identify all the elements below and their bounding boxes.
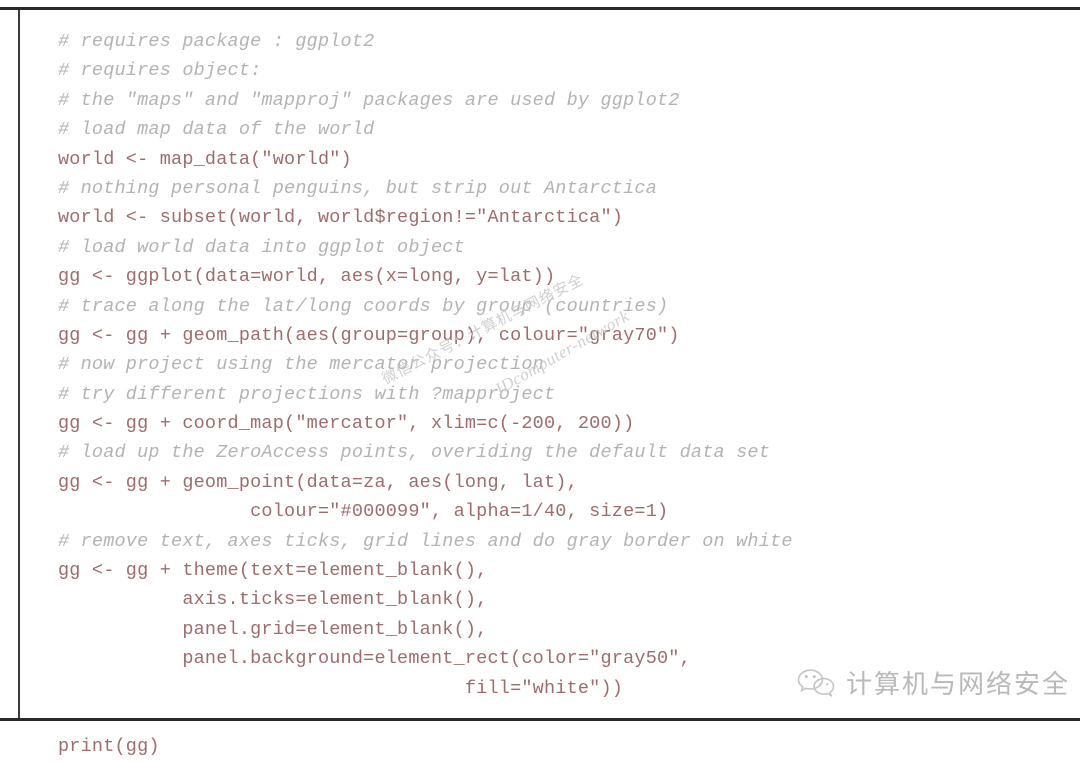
brand-footer: 计算机与网络安全 [796,664,1070,701]
code-line: # load world data into ggplot object [58,236,465,258]
code-line: panel.grid=element_blank(), [58,618,488,640]
code-line: gg <- ggplot(data=world, aes(x=long, y=l… [58,266,556,288]
code-line: # remove text, axes ticks, grid lines an… [58,530,793,552]
code-line: gg <- gg + theme(text=element_blank(), [58,560,488,582]
code-line: colour="#000099", alpha=1/40, size=1) [58,501,669,523]
code-line: # requires package : ggplot2 [58,31,375,52]
code-line: world <- subset(world, world$region!="An… [58,207,624,229]
brand-label: 计算机与网络安全 [846,670,1071,700]
code-line: axis.ticks=element_blank(), [58,589,488,611]
code-line: # the "maps" and "mapproj" packages are … [58,89,680,111]
code-listing-page: # requires package : ggplot2 # requires o… [0,0,1080,757]
code-line: # requires object: [58,60,262,82]
code-line: gg <- gg + geom_path(aes(group=group), c… [58,324,680,346]
code-line: # nothing personal penguins, but strip o… [58,177,657,199]
code-line: # trace along the lat/long coords by gro… [58,295,669,317]
code-line: # load up the ZeroAccess points, overidi… [58,442,771,464]
wechat-icon [796,666,836,700]
code-line: # now project using the mercator project… [58,354,544,376]
code-line: gg <- gg + coord_map("mercator", xlim=c(… [58,413,635,435]
code-line: gg <- gg + geom_point(data=za, aes(long,… [58,471,578,493]
code-block: # requires package : ggplot2 # requires o… [58,27,1068,757]
code-line: world <- map_data("world") [58,148,352,170]
code-line: # try different projections with ?mappro… [58,383,556,405]
top-rule [0,7,1080,10]
code-line: print(gg) [58,736,160,758]
code-line: # load map data of the world [58,119,375,141]
left-rule [18,10,20,718]
